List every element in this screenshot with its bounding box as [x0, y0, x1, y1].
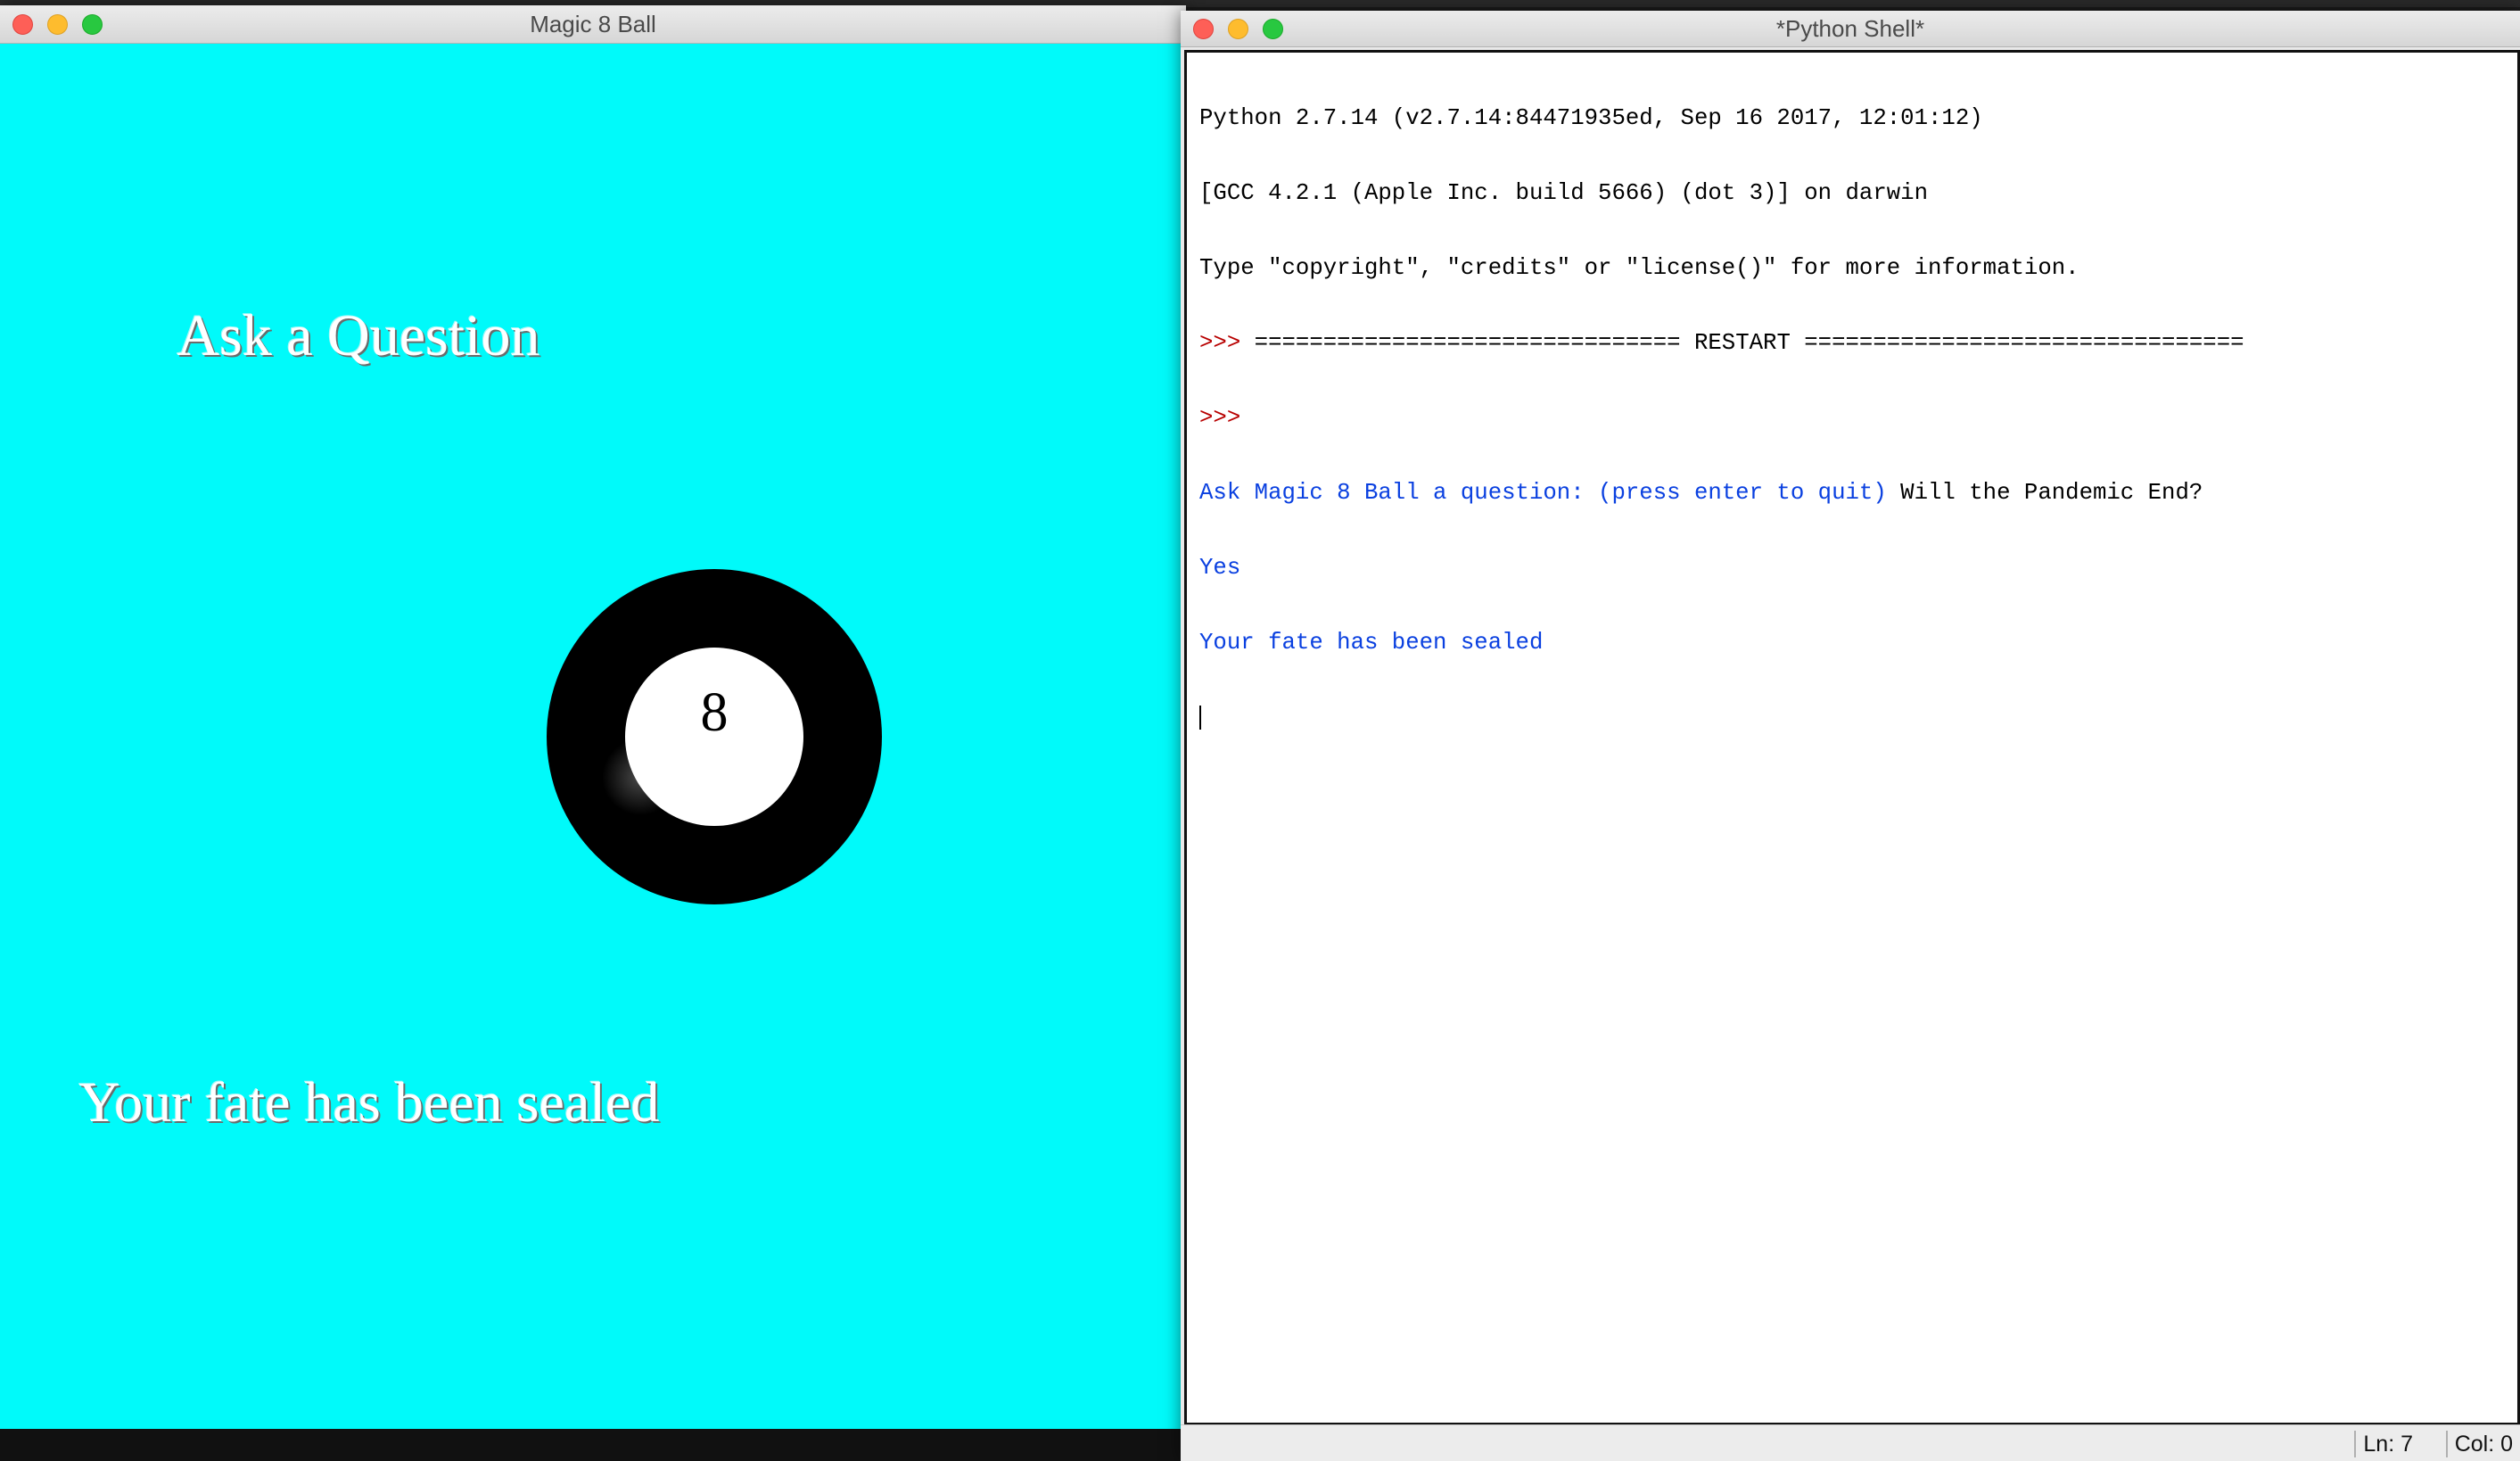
shell-output: Your fate has been sealed — [1199, 630, 1544, 656]
shell-output: Yes — [1199, 555, 1241, 581]
shell-line: Type "copyright", "credits" or "license(… — [1199, 255, 2079, 281]
shell-line: [GCC 4.2.1 (Apple Inc. build 5666) (dot … — [1199, 180, 1928, 206]
shell-line — [1199, 706, 2244, 730]
text-cursor — [1199, 706, 1201, 730]
shell-line: >>> =============================== REST… — [1199, 331, 2244, 356]
window-title: *Python Shell* — [1775, 15, 1925, 42]
desktop-bottom — [0, 1429, 1186, 1461]
answer-text: Your fate has been sealed — [78, 1070, 660, 1134]
status-bar: Ln: 7 Col: 0 — [1181, 1424, 2520, 1461]
shell-line: Python 2.7.14 (v2.7.14:84471935ed, Sep 1… — [1199, 105, 1983, 131]
shell-line: >>> — [1199, 406, 2244, 431]
turtle-canvas: Ask a Question 8 Your fate has been seal… — [0, 44, 1186, 1429]
window-title: Magic 8 Ball — [530, 11, 656, 37]
line-number-indicator: Ln: 7 — [2354, 1431, 2420, 1457]
restart-banner: =============================== RESTART … — [1254, 330, 2244, 356]
ball-number: 8 — [700, 682, 729, 743]
user-input: Will the Pandemic End? — [1900, 480, 2203, 506]
ask-question-heading: Ask a Question — [177, 303, 540, 368]
shell-prompt: >>> — [1199, 405, 1255, 431]
desktop: Magic 8 Ball Ask a Question 8 Your fate … — [0, 0, 2520, 1461]
program-prompt: Ask Magic 8 Ball a question: (press ente… — [1199, 480, 1901, 506]
shell-prompt: >>> — [1199, 330, 1255, 356]
magic-8-ball: 8 — [547, 569, 882, 904]
column-number-indicator: Col: 0 — [2445, 1431, 2520, 1457]
magic8ball-window: Magic 8 Ball Ask a Question 8 Your fate … — [0, 5, 1186, 1429]
shell-lines: Python 2.7.14 (v2.7.14:84471935ed, Sep 1… — [1199, 56, 2244, 780]
magic8ball-titlebar[interactable]: Magic 8 Ball — [0, 5, 1186, 44]
shell-text-area[interactable]: Python 2.7.14 (v2.7.14:84471935ed, Sep 1… — [1184, 50, 2520, 1425]
python-shell-titlebar[interactable]: *Python Shell* — [1181, 11, 2520, 47]
python-shell-window: *Python Shell* Python 2.7.14 (v2.7.14:84… — [1181, 11, 2520, 1461]
shell-line: Ask Magic 8 Ball a question: (press ente… — [1199, 481, 2244, 506]
ball-window: 8 — [625, 648, 803, 826]
